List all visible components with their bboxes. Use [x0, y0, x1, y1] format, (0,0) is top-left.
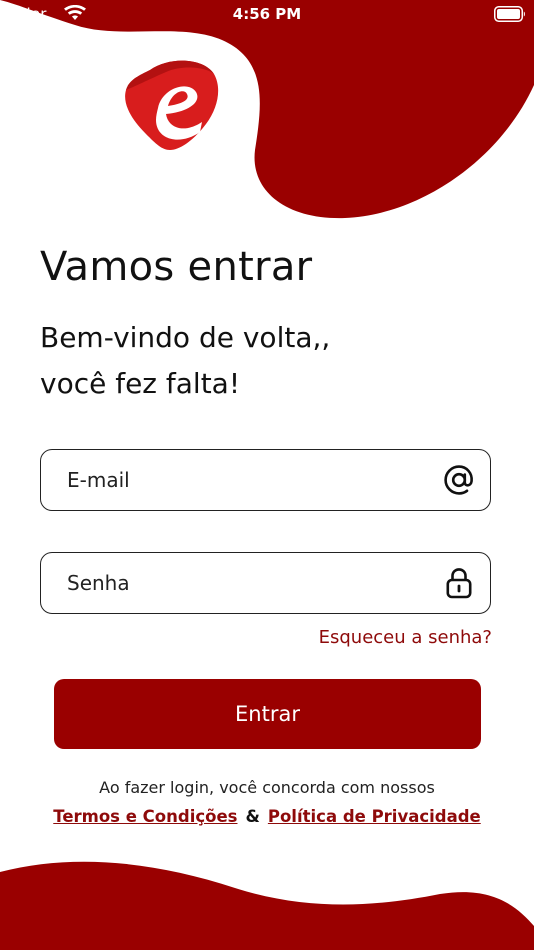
brand-logo	[125, 60, 219, 150]
password-field-container	[40, 552, 491, 614]
forgot-password-link[interactable]: Esqueceu a senha?	[319, 627, 492, 648]
legal-links-row: Termos e Condições & Política de Privacida…	[0, 807, 534, 826]
password-input[interactable]	[67, 553, 437, 612]
at-sign-icon	[444, 465, 473, 495]
battery-icon	[494, 6, 525, 22]
email-input[interactable]	[67, 450, 437, 509]
bottom-decorative-wave	[0, 861, 534, 950]
status-bar: rrier 4:56 PM	[0, 0, 534, 28]
welcome-subtitle-line-2: você fez falta!	[40, 367, 241, 400]
page-title: Vamos entrar	[40, 244, 313, 290]
email-field-container	[40, 449, 491, 511]
terms-notice: Ao fazer login, você concorda com nossos	[99, 778, 435, 797]
terms-link[interactable]: Termos e Condições	[53, 807, 237, 826]
privacy-policy-link[interactable]: Política de Privacidade	[268, 807, 481, 826]
welcome-subtitle-line-1: Bem-vindo de volta,,	[40, 321, 331, 354]
top-decorative-wave	[0, 0, 534, 219]
ampersand-separator: &	[245, 807, 260, 826]
status-time: 4:56 PM	[232, 5, 302, 23]
login-submit-button[interactable]: Entrar	[54, 679, 481, 749]
lock-icon	[446, 568, 472, 599]
